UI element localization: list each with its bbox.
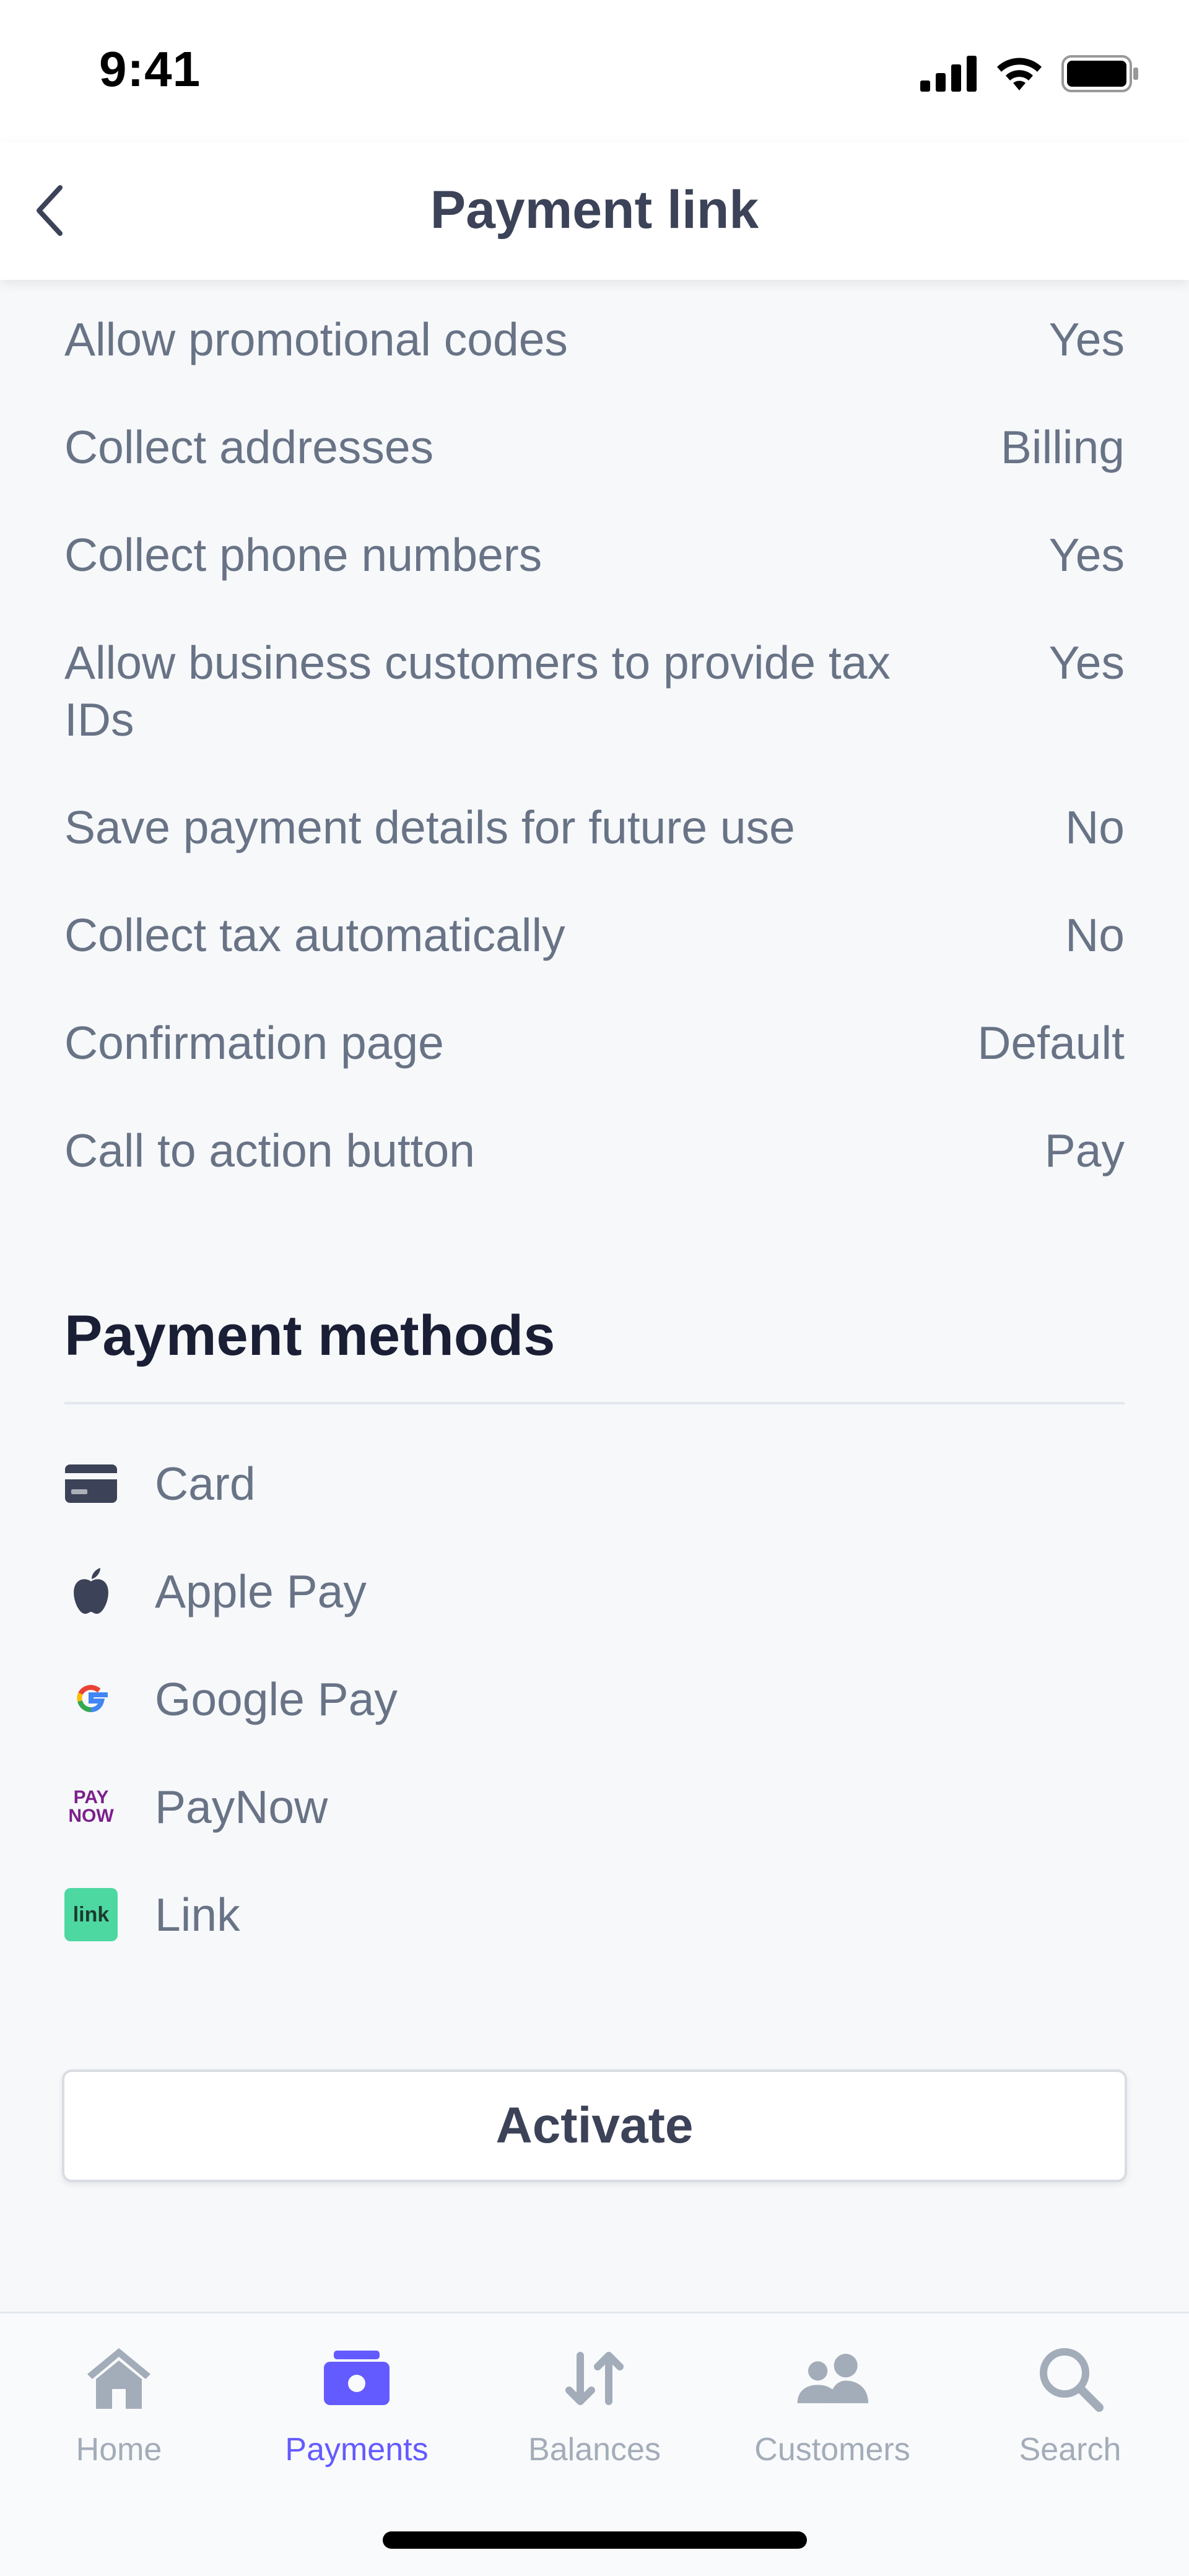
setting-label: Collect addresses — [64, 421, 434, 473]
setting-label: Allow promotional codes — [64, 313, 568, 365]
tab-home[interactable]: Home — [20, 2338, 218, 2468]
setting-row-addresses: Collect addresses Billing — [64, 419, 1125, 476]
customers-icon — [792, 2338, 873, 2419]
battery-icon — [1061, 55, 1138, 92]
tab-label: Payments — [285, 2432, 429, 2468]
tab-label: Customers — [754, 2432, 910, 2468]
payment-method-link: link Link — [64, 1878, 240, 1952]
setting-row-phone-numbers: Collect phone numbers Yes — [64, 526, 1125, 583]
setting-label: Call to action button — [64, 1125, 475, 1177]
setting-value: Yes — [1048, 637, 1125, 689]
paynow-icon-text: NOW — [68, 1806, 114, 1826]
setting-value: Yes — [1048, 529, 1125, 581]
payment-method-card: Card — [64, 1447, 256, 1521]
link-icon-text: link — [72, 1902, 110, 1926]
home-indicator — [383, 2531, 807, 2549]
setting-row-collect-tax: Collect tax automatically No — [64, 907, 1125, 964]
payments-icon — [316, 2338, 397, 2419]
tab-label: Balances — [528, 2432, 661, 2468]
payment-method-paynow: PAY NOW PayNow — [64, 1770, 328, 1844]
payment-method-apple-pay: Apple Pay — [64, 1554, 367, 1629]
payment-method-google-pay: Google Pay — [64, 1662, 398, 1736]
setting-value: No — [1065, 909, 1125, 961]
setting-row-save-payment: Save payment details for future use No — [64, 799, 1125, 856]
setting-label: Collect tax automatically — [64, 909, 565, 961]
setting-value: No — [1065, 801, 1125, 853]
signal-icon — [920, 56, 977, 92]
setting-row-confirmation-page: Confirmation page Default — [64, 1014, 1125, 1071]
payment-method-label: PayNow — [155, 1781, 328, 1833]
divider — [64, 1402, 1125, 1404]
setting-row-cta-button: Call to action button Pay — [64, 1122, 1125, 1179]
nav-header: Payment link — [0, 142, 1189, 280]
apple-icon — [64, 1565, 118, 1618]
balances-icon — [554, 2338, 635, 2419]
home-icon — [79, 2338, 159, 2419]
setting-value: Pay — [1044, 1125, 1125, 1177]
google-icon — [64, 1673, 118, 1726]
paynow-icon: PAY NOW — [64, 1780, 118, 1834]
status-time: 9:41 — [99, 41, 201, 97]
setting-label: Confirmation page — [64, 1017, 444, 1069]
payment-method-label: Google Pay — [155, 1673, 398, 1725]
tab-search[interactable]: Search — [971, 2338, 1169, 2468]
page-title: Payment link — [430, 180, 759, 240]
tab-customers[interactable]: Customers — [733, 2338, 931, 2468]
tab-label: Home — [76, 2432, 162, 2468]
search-icon — [1030, 2338, 1110, 2419]
setting-label: Save payment details for future use — [64, 801, 795, 853]
tab-label: Search — [1019, 2432, 1121, 2468]
setting-row-tax-ids: Allow business customers to provide tax … — [64, 634, 1125, 748]
status-icons — [920, 52, 1139, 95]
wifi-icon — [997, 58, 1042, 90]
payment-method-label: Card — [155, 1458, 256, 1510]
tab-balances[interactable]: Balances — [495, 2338, 694, 2468]
payment-method-label: Link — [155, 1889, 240, 1941]
setting-value: Default — [977, 1017, 1125, 1069]
tab-payments[interactable]: Payments — [258, 2338, 456, 2468]
setting-row-promo-codes: Allow promotional codes Yes — [64, 311, 1125, 368]
setting-value: Yes — [1048, 313, 1125, 365]
setting-label: Collect phone numbers — [64, 529, 542, 581]
payment-method-label: Apple Pay — [155, 1565, 367, 1617]
paynow-icon-text: PAY — [73, 1787, 109, 1808]
link-icon: link — [64, 1888, 118, 1941]
activate-button[interactable]: Activate — [62, 2069, 1127, 2182]
status-bar: 9:41 — [0, 0, 1189, 142]
card-icon — [64, 1457, 118, 1510]
setting-value: Billing — [1000, 421, 1125, 473]
payment-methods-heading: Payment methods — [64, 1304, 555, 1367]
setting-label: Allow business customers to provide tax … — [64, 637, 891, 746]
